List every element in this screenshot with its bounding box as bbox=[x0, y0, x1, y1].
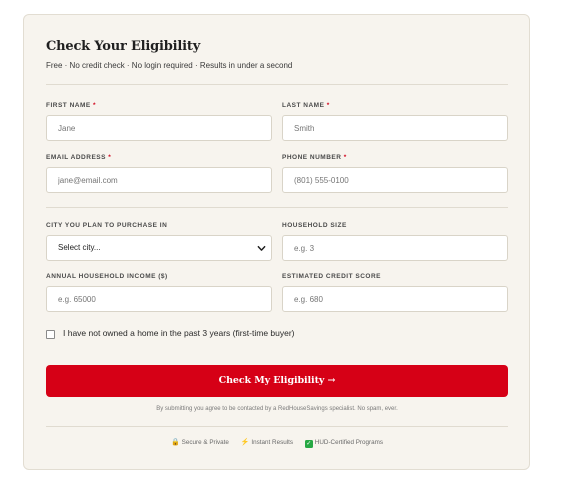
first-time-buyer-label[interactable]: I have not owned a home in the past 3 ye… bbox=[63, 328, 295, 338]
trust-badges: 🔒 Secure & Private ⚡ Instant Results ✓ HUD-… bbox=[46, 438, 508, 448]
trust-badge-secure: 🔒 Secure & Private bbox=[170, 439, 229, 446]
first-name-input[interactable] bbox=[46, 115, 272, 141]
last-name-input[interactable] bbox=[282, 115, 508, 141]
city-select[interactable]: Select city... bbox=[46, 235, 272, 261]
form-title: Check Your Eligibility bbox=[46, 39, 201, 54]
check-box-icon: ✓ bbox=[304, 440, 313, 448]
email-input[interactable] bbox=[46, 167, 272, 193]
income-input[interactable] bbox=[46, 286, 272, 312]
trust-badge-instant: ⚡ Instant Results bbox=[240, 439, 294, 446]
credit-score-label: ESTIMATED CREDIT SCORE bbox=[282, 273, 381, 280]
city-label: CITY YOU PLAN TO PURCHASE IN bbox=[46, 222, 168, 229]
lock-icon: 🔒 bbox=[170, 439, 180, 446]
lightning-icon: ⚡ bbox=[240, 439, 250, 446]
income-label: ANNUAL HOUSEHOLD INCOME ($) bbox=[46, 273, 168, 280]
household-size-label: HOUSEHOLD SIZE bbox=[282, 222, 347, 229]
chevron-down-icon bbox=[257, 245, 266, 251]
household-size-input[interactable] bbox=[282, 235, 508, 261]
first-time-buyer-checkbox[interactable] bbox=[46, 330, 55, 339]
phone-label: PHONE NUMBER * bbox=[282, 154, 347, 161]
consent-disclaimer: By submitting you agree to be contacted … bbox=[156, 406, 398, 412]
form-subtitle: Free · No credit check · No login requir… bbox=[46, 61, 293, 70]
credit-score-input[interactable] bbox=[282, 286, 508, 312]
email-label: EMAIL ADDRESS * bbox=[46, 154, 112, 161]
city-select-value: Select city... bbox=[58, 243, 101, 252]
divider bbox=[46, 84, 508, 85]
divider bbox=[46, 426, 508, 427]
first-name-label: FIRST NAME * bbox=[46, 102, 97, 109]
eligibility-form-card: Check Your Eligibility Free · No credit … bbox=[23, 14, 530, 470]
check-eligibility-button[interactable]: Check My Eligibility → bbox=[46, 365, 508, 397]
phone-input[interactable] bbox=[282, 167, 508, 193]
trust-badge-hud: ✓ HUD-Certified Programs bbox=[304, 439, 384, 448]
divider bbox=[46, 207, 508, 208]
last-name-label: LAST NAME * bbox=[282, 102, 330, 109]
